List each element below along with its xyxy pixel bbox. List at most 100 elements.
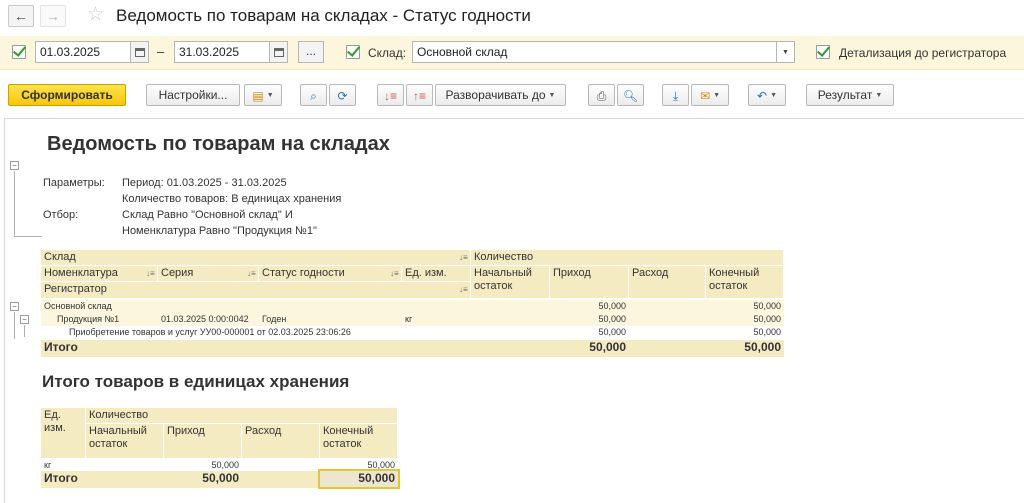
group-collapse-toggle[interactable]: − [10,302,19,311]
expand-to-label: Разворачивать до [445,88,546,102]
filter-bar: 01.03.2025 – 31.03.2025 ... Склад: Основ… [0,36,1024,70]
total-start [86,471,164,488]
sort-icon: ↓≡ [390,269,399,278]
settings-button[interactable]: Настройки... [146,84,240,106]
chevron-down-icon: ▼ [266,91,274,99]
period-select-button[interactable]: ... [298,41,324,63]
sort-asc-icon: ↓≡ [383,88,397,103]
col-outcome-header[interactable]: Расход [242,424,320,459]
warehouse-dropdown-button[interactable]: ▼ [777,41,795,63]
chevron-down-icon: ▼ [782,48,789,56]
download-icon: ⤓ [672,88,679,103]
calendar-icon [134,47,145,57]
row-unit[interactable]: кг [41,459,86,471]
group-collapse-toggle[interactable]: − [20,315,29,324]
row-document-outcome [629,326,706,339]
forward-button[interactable]: → [40,5,66,27]
total-income: 50,000 [164,471,242,488]
calendar-icon [273,47,284,57]
title-bar: ← → ☆ Ведомость по товарам на складах - … [0,0,1024,32]
chevron-down-icon: ▼ [875,91,883,99]
preview-button[interactable]: 🔍︎ [617,84,644,106]
date-from-calendar-button[interactable] [131,41,149,63]
row-document-income: 50,000 [550,326,629,339]
total-outcome [242,471,320,488]
col-quantity-header[interactable]: Количество [471,250,784,266]
units-summary-title: Итого товаров в единицах хранения [42,372,350,391]
detail-label: Детализация до регистратора [839,46,1007,60]
date-from-field[interactable]: 01.03.2025 [35,41,131,63]
total-end: 50,000 [706,340,784,357]
variant-menu-button[interactable]: ▤ ▼ [244,84,282,106]
col-income-header[interactable]: Приход [550,266,629,299]
result-button[interactable]: Результат ▼ [806,84,894,106]
col-warehouse-header[interactable]: Склад [41,250,471,266]
col-end-header[interactable]: Конечный остаток [320,424,398,459]
row-product-status: Годен [259,313,402,326]
group-line [14,236,42,237]
total-end-selected-cell[interactable]: 50,000 [318,469,400,489]
col-start-header[interactable]: Начальный остаток [86,424,164,459]
sort-desc-button[interactable]: ↑≡ [406,84,433,106]
col-quantity-header[interactable]: Количество [86,408,398,424]
row-document-start [471,326,550,339]
period-checkbox[interactable] [12,45,26,59]
download-button[interactable]: ⤓ [662,84,689,106]
row-product-series: 01.03.2025 0:00:0042 [158,313,259,326]
favorite-star-icon[interactable]: ☆ [87,4,104,26]
row-product-unit: кг [402,313,471,326]
save-variant-icon: ▤ [252,88,264,103]
params-period: Период: 01.03.2025 - 31.03.2025 [122,177,287,189]
report-title: Ведомость по товарам на складах [47,133,390,155]
mail-button[interactable]: ✉ ▼ [691,84,729,106]
warehouse-checkbox[interactable] [346,45,360,59]
date-to-calendar-button[interactable] [270,41,288,63]
date-to-field[interactable]: 31.03.2025 [174,41,270,63]
row-income: 50,000 [211,460,239,470]
preview-icon: 🔍︎ [622,88,639,103]
detail-checkbox[interactable] [816,45,830,59]
col-nomenclature-header[interactable]: Номенклатура [41,266,158,282]
row-warehouse-end: 50,000 [706,300,784,313]
filter-warehouse: Склад Равно "Основной склад" И [122,209,293,221]
sort-asc-button[interactable]: ↓≡ [377,84,404,106]
print-button[interactable]: ⎙ [588,84,615,106]
row-warehouse-income: 50,000 [550,300,629,313]
undo-button[interactable]: ↶ ▼ [748,84,786,106]
row-warehouse-start [471,300,550,313]
total-outcome [629,340,706,357]
search-next-button[interactable]: ⟳ [329,84,356,106]
sort-desc-icon: ↑≡ [412,88,426,103]
row-warehouse-name[interactable]: Основной склад [41,300,471,313]
group-collapse-toggle[interactable]: − [10,161,19,170]
sort-icon: ↓≡ [459,285,468,294]
row-product-start [471,313,550,326]
col-unit-header[interactable]: Ед. изм. [402,266,471,282]
col-end-header[interactable]: Конечный остаток [706,266,784,299]
row-warehouse-outcome [629,300,706,313]
warehouse-field[interactable]: Основной склад [412,41,777,63]
col-unit-header[interactable]: Ед. изм. [41,408,86,459]
col-status-header[interactable]: Статус годности [259,266,402,282]
search-icon: ⌕ [310,88,317,103]
col-registrar-header[interactable]: Регистратор [41,282,471,299]
search-button[interactable]: ⌕ [300,84,327,106]
print-icon: ⎙ [596,88,607,103]
col-series-header[interactable]: Серия [158,266,259,282]
chevron-down-icon: ▼ [548,91,556,99]
generate-button[interactable]: Сформировать [8,84,126,106]
expand-to-button[interactable]: Разворачивать до ▼ [435,84,566,106]
back-button[interactable]: ← [8,5,34,27]
total-start [471,340,550,357]
result-label: Результат [817,88,873,102]
row-document-name[interactable]: Приобретение товаров и услуг УУ00-000001… [41,326,471,339]
col-outcome-header[interactable]: Расход [629,266,706,299]
row-product-name[interactable]: Продукция №1 [41,313,158,326]
report-area[interactable]: − − − Ведомость по товарам на складах Па… [4,118,1024,503]
row-product-end: 50,000 [706,313,784,326]
filter-label: Отбор: [43,209,79,221]
col-start-header[interactable]: Начальный остаток [471,266,550,299]
total-label: Итого [41,471,86,488]
col-income-header[interactable]: Приход [164,424,242,459]
undo-icon: ↶ [757,88,768,103]
